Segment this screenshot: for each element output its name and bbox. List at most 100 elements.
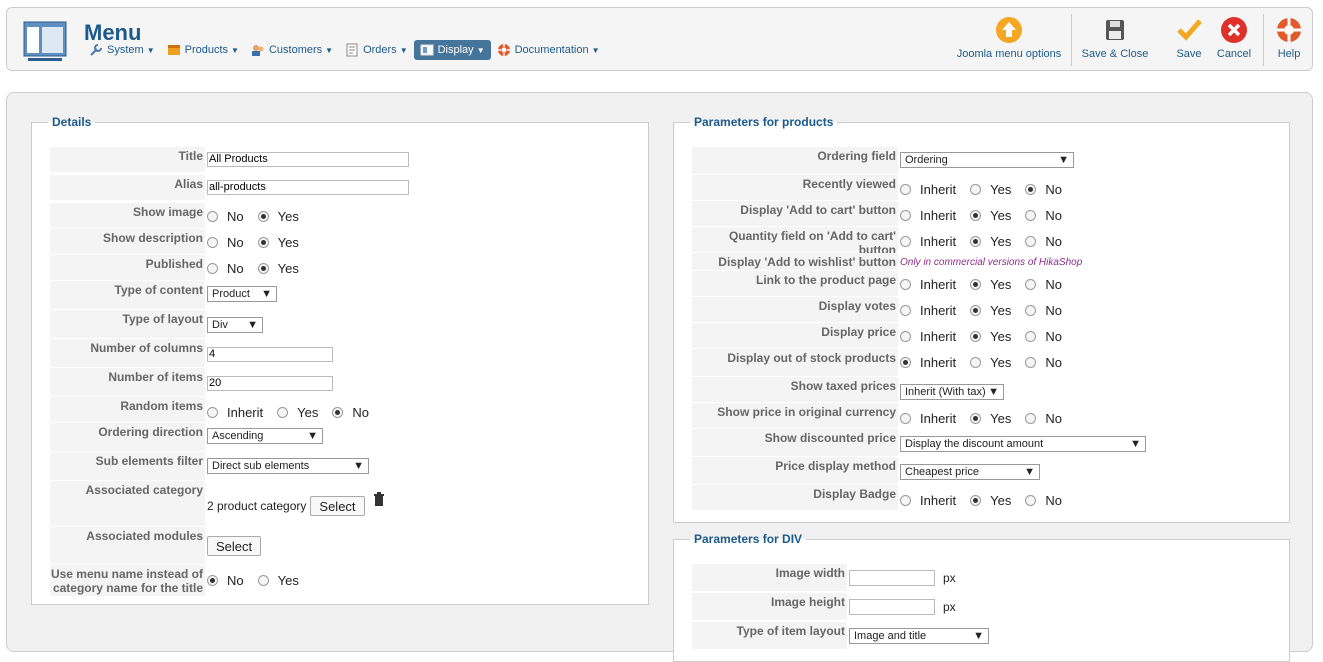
add-cart-no-radio[interactable] <box>1025 209 1037 221</box>
ordering-field-select[interactable]: Ordering ▼ <box>900 152 1074 168</box>
link-no-radio[interactable] <box>1025 278 1037 290</box>
title-input[interactable] <box>207 151 409 167</box>
votes-yes-radio[interactable] <box>970 304 982 316</box>
select-category-button[interactable]: Select <box>310 496 365 516</box>
menu-name-label-line2: category name for the title <box>52 581 203 595</box>
orig-currency-yes-radio[interactable] <box>970 412 982 424</box>
radio-label: Inherit <box>920 181 957 197</box>
method-select[interactable]: Cheapest price ▼ <box>900 464 1040 480</box>
orig-currency-no-radio[interactable] <box>1025 412 1037 424</box>
link-inherit-radio[interactable] <box>900 278 911 290</box>
nav-documentation[interactable]: Documentation ▼ <box>491 40 606 60</box>
nav-orders[interactable]: Orders ▼ <box>339 40 414 60</box>
type-content-select[interactable]: Product ▼ <box>207 286 277 302</box>
alias-row: Alias <box>50 175 409 201</box>
votes-inherit-radio[interactable] <box>900 304 911 316</box>
show-description-no-radio[interactable] <box>207 236 218 248</box>
taxed-value: Inherit (With tax) <box>905 386 986 398</box>
type-layout-select[interactable]: Div ▼ <box>207 317 263 333</box>
oos-label: Display out of stock products <box>692 349 898 377</box>
badge-inherit-radio[interactable] <box>900 494 911 506</box>
price-inherit-radio[interactable] <box>900 330 911 342</box>
recent-yes-radio[interactable] <box>970 183 982 195</box>
random-yes-radio[interactable] <box>277 406 289 418</box>
add-cart-yes-radio[interactable] <box>970 209 982 221</box>
published-no-radio[interactable] <box>207 262 218 274</box>
radio-label: Inherit <box>920 276 957 292</box>
menu-name-no-radio[interactable] <box>207 574 218 586</box>
help-button[interactable]: Help <box>1271 16 1307 60</box>
image-width-input[interactable] <box>849 570 935 586</box>
type-layout-row: Type of layout Div ▼ <box>50 310 263 340</box>
items-input[interactable] <box>207 375 333 391</box>
radio-label: Inherit <box>920 328 957 344</box>
cancel-button[interactable]: Cancel <box>1212 16 1256 60</box>
show-description-yes-radio[interactable] <box>257 236 269 248</box>
random-inherit-radio[interactable] <box>207 406 218 418</box>
menu-name-label: Use menu name instead of category name f… <box>50 565 205 597</box>
oos-row: Display out of stock products Inherit Ye… <box>692 349 1076 377</box>
price-no-radio[interactable] <box>1025 330 1037 342</box>
nav-system[interactable]: System ▼ <box>83 40 161 60</box>
cancel-label: Cancel <box>1216 48 1252 60</box>
chevron-down-icon: ▼ <box>988 386 999 398</box>
link-yes-radio[interactable] <box>970 278 982 290</box>
chevron-down-icon: ▼ <box>231 45 239 55</box>
sub-filter-select[interactable]: Direct sub elements ▼ <box>207 458 369 474</box>
oos-no-radio[interactable] <box>1025 356 1037 368</box>
image-height-input[interactable] <box>849 599 935 615</box>
title-label: Title <box>50 147 205 173</box>
badge-yes-radio[interactable] <box>970 494 982 506</box>
discount-value: Display the discount amount <box>905 438 1044 450</box>
ordering-direction-label: Ordering direction <box>50 423 205 452</box>
menu-name-yes-radio[interactable] <box>257 574 269 586</box>
assoc-modules-row: Associated modules Select <box>50 527 262 565</box>
alias-input[interactable] <box>207 179 409 195</box>
price-yes-radio[interactable] <box>970 330 982 342</box>
oos-inherit-radio[interactable] <box>900 356 911 368</box>
badge-no-radio[interactable] <box>1025 494 1037 506</box>
lifebuoy-icon <box>1277 18 1301 42</box>
recent-inherit-radio[interactable] <box>900 183 911 195</box>
chevron-down-icon: ▼ <box>591 45 600 55</box>
qty-inherit-radio[interactable] <box>900 235 911 247</box>
recent-no-radio[interactable] <box>1025 183 1037 195</box>
qty-no-radio[interactable] <box>1025 235 1037 247</box>
assoc-category-label: Associated category <box>50 481 205 527</box>
item-layout-select[interactable]: Image and title ▼ <box>849 628 989 644</box>
nav-customers[interactable]: Customers ▼ <box>245 40 339 60</box>
radio-label: Inherit <box>920 302 957 318</box>
nav-products[interactable]: Products ▼ <box>161 40 245 60</box>
orig-currency-inherit-radio[interactable] <box>900 412 911 424</box>
random-no-radio[interactable] <box>332 406 344 418</box>
link-label: Link to the product page <box>692 271 898 297</box>
qty-yes-radio[interactable] <box>970 235 982 247</box>
orders-icon <box>346 43 358 57</box>
radio-label: Yes <box>990 302 1012 318</box>
radio-label: No <box>227 208 244 224</box>
show-description-row: Show description No Yes <box>50 229 313 255</box>
nav-display[interactable]: Display ▼ <box>413 40 491 60</box>
oos-yes-radio[interactable] <box>970 356 982 368</box>
votes-no-radio[interactable] <box>1025 304 1037 316</box>
show-image-no-radio[interactable] <box>207 210 218 222</box>
published-yes-radio[interactable] <box>257 262 269 274</box>
taxed-select[interactable]: Inherit (With tax) ▼ <box>900 384 1004 400</box>
close-icon <box>1221 17 1247 43</box>
lifebuoy-icon <box>497 44 510 56</box>
price-label: Display price <box>692 323 898 349</box>
trash-icon[interactable] <box>373 492 385 506</box>
hikashop-logo-icon <box>23 21 67 61</box>
discount-select[interactable]: Display the discount amount ▼ <box>900 436 1146 452</box>
select-modules-button[interactable]: Select <box>207 536 262 556</box>
type-layout-value: Div <box>212 319 228 331</box>
show-image-yes-radio[interactable] <box>257 210 269 222</box>
save-button[interactable]: Save <box>1167 16 1211 60</box>
columns-input[interactable] <box>207 346 333 362</box>
type-layout-label: Type of layout <box>50 310 205 339</box>
joomla-menu-options-button[interactable]: Joomla menu options <box>954 16 1064 60</box>
ordering-direction-select[interactable]: Ascending ▼ <box>207 428 323 444</box>
save-close-button[interactable]: Save & Close <box>1079 16 1151 60</box>
title-row: Title <box>50 147 409 173</box>
add-cart-inherit-radio[interactable] <box>900 209 911 221</box>
